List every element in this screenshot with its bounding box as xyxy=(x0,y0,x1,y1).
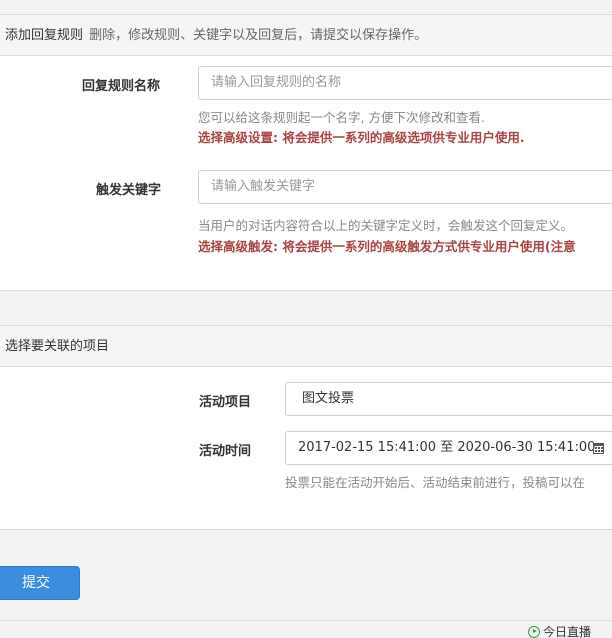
keyword-placeholder: 请输入触发关键字 xyxy=(211,179,316,194)
rule-panel-header: 添加回复规则 删除，修改规则、关键字以及回复后，请提交以保存操作。 xyxy=(0,15,612,56)
rule-name-label: 回复规则名称 xyxy=(82,79,161,94)
time-label: 活动时间 xyxy=(199,444,252,459)
rule-panel-title: 添加回复规则 xyxy=(5,28,84,43)
live-label: 今日直播 xyxy=(543,625,592,638)
activity-select[interactable]: 图文投票 xyxy=(285,382,612,416)
live-link[interactable]: 今日直播 xyxy=(528,623,591,638)
activity-selected-value: 图文投票 xyxy=(302,391,355,406)
time-range-value: 2017-02-15 15:41:00 至 2020-06-30 15:41:0… xyxy=(298,440,596,455)
footer-bar xyxy=(0,620,612,638)
keyword-label: 触发关键字 xyxy=(96,183,162,198)
keyword-advanced-link[interactable]: 选择高级触发: 将会提供一系列的高级触发方式供专业用户使用(注意 xyxy=(198,236,576,255)
rule-name-help: 您可以给这条规则起一个名字, 方便下次修改和查看. xyxy=(198,110,485,125)
page: 添加回复规则 删除，修改规则、关键字以及回复后，请提交以保存操作。 回复规则名称… xyxy=(0,0,612,638)
project-panel-header: 选择要关联的项目 xyxy=(0,326,612,367)
play-circle-icon xyxy=(528,626,540,638)
time-range-input[interactable]: 2017-02-15 15:41:00 至 2020-06-30 15:41:0… xyxy=(285,431,612,465)
keyword-input[interactable]: 请输入触发关键字 xyxy=(198,170,612,204)
submit-button[interactable]: 提交 xyxy=(0,566,80,600)
rule-panel-hint: 删除，修改规则、关键字以及回复后，请提交以保存操作。 xyxy=(89,28,428,43)
rule-name-input[interactable]: 请输入回复规则的名称 xyxy=(198,66,612,100)
keyword-help: 当用户的对话内容符合以上的关键字定义时，会触发这个回复定义。 xyxy=(198,218,574,233)
project-panel-title: 选择要关联的项目 xyxy=(5,339,110,354)
project-panel: 选择要关联的项目 xyxy=(0,325,612,530)
activity-label: 活动项目 xyxy=(199,395,252,410)
calendar-icon[interactable] xyxy=(593,443,604,454)
rule-name-placeholder: 请输入回复规则的名称 xyxy=(211,75,342,90)
time-help: 投票只能在活动开始后、活动结束前进行，投稿可以在 xyxy=(285,475,586,490)
rule-name-advanced-link[interactable]: 选择高级设置: 将会提供一系列的高级选项供专业用户使用. xyxy=(198,127,525,146)
